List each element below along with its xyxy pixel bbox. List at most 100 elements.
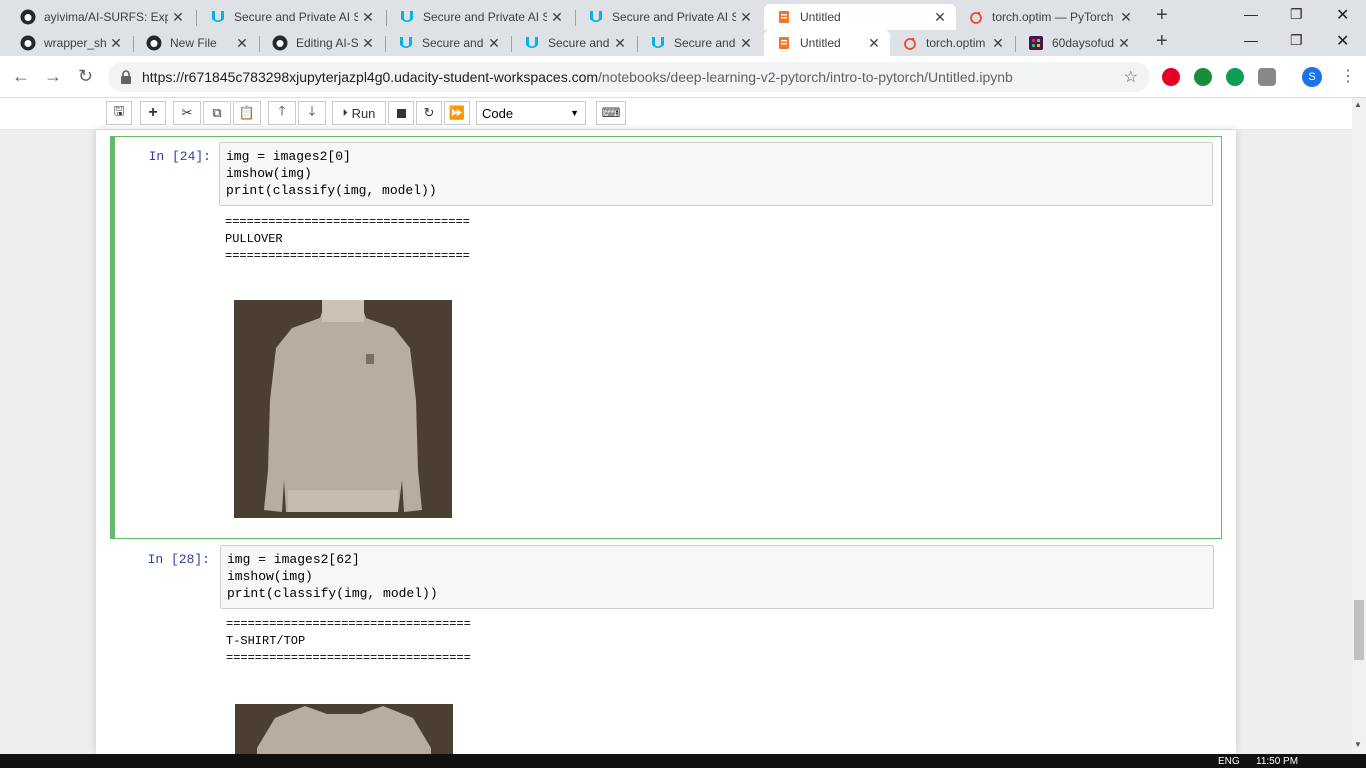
extension-globe-icon[interactable] bbox=[1194, 68, 1212, 86]
tab-secure-and-2[interactable]: Secure and ✕ bbox=[512, 30, 636, 56]
tab-label: New File bbox=[170, 36, 217, 50]
copy-button[interactable]: ⧉ bbox=[203, 101, 231, 125]
address-bar: ← → ↻ https://r671845c783298xjupyterjazp… bbox=[0, 56, 1366, 98]
extension-shield-icon[interactable] bbox=[1258, 68, 1276, 86]
restore-button-2[interactable]: ❐ bbox=[1290, 32, 1303, 49]
save-button[interactable]: 🖫 bbox=[106, 101, 132, 125]
tab-torch-optim[interactable]: torch.optim — PyTorch ✕ bbox=[956, 4, 1142, 30]
new-tab-button-2[interactable]: + bbox=[1156, 30, 1168, 53]
close-icon[interactable]: ✕ bbox=[358, 35, 378, 52]
arrow-up-icon: 🡑 bbox=[278, 103, 286, 118]
tab-label: Secure and bbox=[422, 36, 484, 50]
code-input[interactable]: img = images2[0] imshow(img) print(class… bbox=[219, 142, 1213, 206]
close-icon[interactable]: ✕ bbox=[168, 9, 188, 26]
tab-label: ayivima/AI-SURFS: Expl bbox=[44, 10, 168, 24]
url-path: /notebooks/deep-learning-v2-pytorch/intr… bbox=[598, 69, 1013, 85]
tab-new-file[interactable]: New File ✕ bbox=[134, 30, 258, 56]
close-icon[interactable]: ✕ bbox=[736, 35, 756, 52]
output-rule: ================================== bbox=[225, 249, 470, 263]
stop-icon bbox=[396, 108, 406, 118]
close-window-button[interactable]: ✕ bbox=[1336, 5, 1349, 25]
slack-icon bbox=[1028, 35, 1044, 51]
cell-type-select[interactable]: Code ▼ bbox=[476, 101, 586, 125]
language-indicator[interactable]: ENG bbox=[1218, 756, 1240, 767]
forward-button[interactable]: → bbox=[44, 66, 62, 87]
tab-secure-and-1[interactable]: Secure and ✕ bbox=[386, 30, 510, 56]
scrollbar-thumb[interactable] bbox=[1354, 600, 1364, 660]
insert-cell-button[interactable]: + bbox=[140, 101, 166, 125]
paste-button[interactable]: 📋 bbox=[233, 101, 261, 125]
tab-untitled-active-2[interactable]: Untitled ✕ bbox=[764, 30, 890, 56]
tab-wrapper-sh[interactable]: wrapper_sh ✕ bbox=[8, 30, 132, 56]
tab-secure-ai-1[interactable]: Secure and Private AI S ✕ bbox=[198, 4, 384, 30]
chevron-down-icon: ▼ bbox=[570, 108, 579, 118]
bookmark-star-icon[interactable]: ☆ bbox=[1124, 67, 1138, 87]
scroll-down-icon[interactable]: ▼ bbox=[1354, 740, 1362, 749]
code-cell-selected[interactable]: In [24]: img = images2[0] imshow(img) pr… bbox=[110, 136, 1222, 539]
move-down-button[interactable]: 🡓 bbox=[298, 101, 326, 125]
pullover-image bbox=[234, 300, 452, 518]
tab-secure-ai-2[interactable]: Secure and Private AI S ✕ bbox=[387, 4, 573, 30]
cut-button[interactable]: ✂ bbox=[173, 101, 201, 125]
tab-editing-ai[interactable]: Editing AI-S ✕ bbox=[260, 30, 384, 56]
code-input[interactable]: img = images2[62] imshow(img) print(clas… bbox=[220, 545, 1214, 609]
tab-row-2: wrapper_sh ✕ New File ✕ Editing AI-S ✕ S… bbox=[0, 30, 1366, 56]
udacity-icon bbox=[588, 9, 604, 25]
back-button[interactable]: ← bbox=[12, 66, 30, 87]
url-input[interactable]: https://r671845c783298xjupyterjazpl4g0.u… bbox=[108, 62, 1150, 92]
tab-60days[interactable]: 60daysofud ✕ bbox=[1016, 30, 1140, 56]
close-icon[interactable]: ✕ bbox=[1116, 9, 1136, 26]
tab-label: Secure and Private AI S bbox=[423, 10, 547, 24]
close-icon[interactable]: ✕ bbox=[232, 35, 252, 52]
close-icon[interactable]: ✕ bbox=[864, 35, 884, 52]
tab-label: wrapper_sh bbox=[44, 36, 106, 50]
run-all-button[interactable]: ⏩ bbox=[444, 101, 470, 125]
page-scrollbar[interactable]: ▲ ▼ bbox=[1352, 98, 1366, 754]
close-icon[interactable]: ✕ bbox=[736, 9, 756, 26]
restart-button[interactable]: ↻ bbox=[416, 101, 442, 125]
code-cell[interactable]: In [28]: img = images2[62] imshow(img) p… bbox=[110, 542, 1222, 754]
tab-ai-surfs[interactable]: ayivima/AI-SURFS: Expl ✕ bbox=[8, 4, 194, 30]
close-icon[interactable]: ✕ bbox=[106, 35, 126, 52]
tab-label: 60daysofud bbox=[1052, 36, 1114, 50]
tab-torch-optim-2[interactable]: torch.optim ✕ bbox=[890, 30, 1014, 56]
tab-untitled-active[interactable]: Untitled ✕ bbox=[764, 4, 956, 30]
tab-label: Untitled bbox=[800, 36, 841, 50]
code-line: imshow(img) bbox=[226, 166, 312, 181]
close-icon[interactable]: ✕ bbox=[1114, 35, 1134, 52]
close-icon[interactable]: ✕ bbox=[610, 35, 630, 52]
close-icon[interactable]: ✕ bbox=[358, 9, 378, 26]
pinterest-icon[interactable] bbox=[1162, 68, 1180, 86]
scissors-icon: ✂ bbox=[181, 105, 193, 120]
command-palette-button[interactable]: ⌨ bbox=[596, 101, 626, 125]
lock-icon bbox=[120, 70, 132, 84]
jupyter-icon bbox=[776, 35, 792, 51]
tab-label: torch.optim bbox=[926, 36, 986, 50]
tab-label: Secure and Private AI S bbox=[234, 10, 358, 24]
minimize-button-2[interactable]: — bbox=[1244, 32, 1258, 48]
reload-button[interactable]: ↻ bbox=[78, 66, 93, 87]
close-icon[interactable]: ✕ bbox=[547, 9, 567, 26]
close-icon[interactable]: ✕ bbox=[988, 35, 1008, 52]
profile-avatar[interactable]: S bbox=[1302, 67, 1322, 87]
github-icon bbox=[272, 35, 288, 51]
scroll-up-icon[interactable]: ▲ bbox=[1354, 100, 1362, 109]
run-button[interactable]: ⏵ Run bbox=[332, 101, 386, 125]
clock[interactable]: 11:50 PM bbox=[1256, 756, 1298, 767]
close-icon[interactable]: ✕ bbox=[484, 35, 504, 52]
minimize-button[interactable]: — bbox=[1244, 6, 1258, 22]
interrupt-button[interactable] bbox=[388, 101, 414, 125]
notebook-container: In [24]: img = images2[0] imshow(img) pr… bbox=[96, 130, 1236, 754]
tab-secure-ai-3[interactable]: Secure and Private AI S ✕ bbox=[576, 4, 762, 30]
tshirt-image bbox=[235, 704, 453, 754]
extension-chat-icon[interactable] bbox=[1226, 68, 1244, 86]
restore-button[interactable]: ❐ bbox=[1290, 6, 1303, 23]
tab-label: Secure and bbox=[674, 36, 736, 50]
close-icon[interactable]: ✕ bbox=[930, 9, 950, 26]
close-window-button-2[interactable]: ✕ bbox=[1336, 31, 1349, 51]
refresh-icon: ↻ bbox=[423, 105, 435, 120]
new-tab-button[interactable]: + bbox=[1156, 4, 1168, 27]
move-up-button[interactable]: 🡑 bbox=[268, 101, 296, 125]
tab-secure-and-3[interactable]: Secure and ✕ bbox=[638, 30, 762, 56]
menu-kebab-icon[interactable]: ⋮ bbox=[1340, 66, 1356, 86]
